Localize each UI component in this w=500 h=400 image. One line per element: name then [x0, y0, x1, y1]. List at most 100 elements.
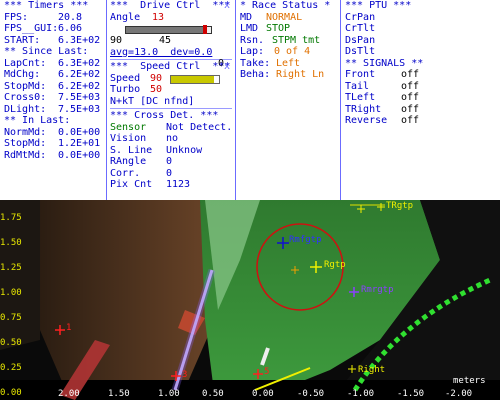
angle-slider[interactable]	[125, 25, 212, 34]
y-tick-label: 1.00	[0, 288, 22, 298]
close-icon[interactable]: x	[224, 0, 230, 12]
lapcnt-value: 6.3E+02	[58, 57, 101, 69]
in-last-title: ** In Last:	[4, 115, 71, 126]
rangle-value: 0	[166, 156, 173, 167]
ptu-title: *** PTU ***	[345, 0, 412, 11]
wall-left	[40, 200, 215, 400]
beha-label: Beha:	[240, 69, 271, 80]
stopmd2-label: StopMd:	[4, 138, 47, 149]
sensor-value: Not Detect.	[166, 121, 233, 133]
signal-front-value: off	[401, 69, 420, 80]
signal-reverse-value: off	[401, 115, 420, 126]
dlight-value: 7.5E+03	[58, 103, 101, 115]
x-tick-label: 1.00	[158, 389, 180, 399]
normmd-label: NormMd:	[4, 126, 47, 138]
x-tick-label: 0.50	[202, 389, 224, 399]
pixcnt-value: 1123	[166, 179, 191, 190]
y-tick-label: 1.75	[0, 213, 22, 223]
start-value: 6.3E+02	[58, 34, 101, 46]
x-tick-label: 1.50	[108, 389, 130, 399]
speed-label: Speed	[110, 72, 141, 84]
fps-gui-label: FPS__GUI:	[4, 23, 59, 34]
divider	[340, 0, 341, 200]
x-tick-label: 2.00	[58, 389, 80, 399]
camera-view[interactable]: Rmfgtp Rgtp TRgtp Rmrgtp Right 1 3 5	[0, 200, 500, 400]
marker-1-label: 1	[66, 323, 72, 333]
ptu-item-dspan[interactable]: DsPan	[345, 35, 495, 47]
signal-tleft-value: off	[401, 92, 420, 103]
corr-label: Corr.	[110, 167, 141, 179]
dlight-label: DLight:	[4, 103, 47, 115]
ptu-item-dstlt[interactable]: DsTlt	[345, 46, 495, 58]
rdmtmd-label: RdMtMd:	[4, 149, 47, 161]
turbo-value: 50	[150, 84, 163, 95]
fps-gui-value: 6.06	[58, 23, 83, 34]
lap-value: 0 of 4	[274, 46, 311, 57]
sline-label: S. Line	[110, 144, 153, 156]
drive-ctrl-title: *** Drive Ctrl ***	[110, 0, 231, 11]
beha-value: Right Ln	[276, 69, 325, 80]
lapcnt-label: LapCnt:	[4, 57, 47, 69]
x-tick-label: 0.00	[252, 389, 274, 399]
rsn-label: Rsn.	[240, 34, 265, 46]
close-icon[interactable]: x	[224, 61, 230, 73]
signal-front-label: Front	[345, 69, 376, 80]
speed-bar	[170, 74, 220, 84]
rgtp-label: Rgtp	[324, 260, 346, 270]
lmd-label: LMD	[240, 23, 259, 34]
speed-ctrl-title: *** Speed Ctrl ***	[110, 61, 231, 72]
stopmd2-value: 1.2E+01	[58, 138, 101, 149]
angle-slider-knob[interactable]	[203, 25, 208, 34]
start-label: START:	[4, 34, 41, 46]
trgtp-label: TRgtp	[386, 201, 414, 211]
divider	[110, 108, 232, 109]
y-tick-label: 0.25	[0, 363, 22, 373]
race-status-column: * Race Status * MD NORMAL LMD STOP Rsn. STP…	[240, 0, 338, 200]
y-tick-label: 0.50	[0, 338, 22, 348]
signal-tleft-label: TLeft	[345, 92, 376, 103]
rangle-label: RAngle	[110, 156, 147, 167]
sline-value: Unknow	[166, 144, 203, 156]
rmrgtp-label: Rmrgtp	[361, 285, 394, 295]
scene-graphic	[0, 200, 500, 400]
ptu-item-crtlt[interactable]: CrTlt	[345, 23, 495, 35]
cross-det-title: *** Cross Det. ***	[110, 110, 219, 121]
timers-title: *** Timers ***	[4, 0, 89, 11]
pixcnt-label: Pix Cnt	[110, 179, 153, 190]
signal-reverse-label: Reverse	[345, 115, 388, 126]
y-tick-label: 0.00	[0, 388, 22, 398]
normmd-value: 0.0E+00	[58, 126, 101, 138]
y-tick-label: 1.50	[0, 238, 22, 248]
nkt-status: N+kT [DC nfnd]	[110, 95, 195, 107]
mdchg-value: 6.2E+02	[58, 69, 101, 80]
ptu-item-crpan[interactable]: CrPan	[345, 12, 495, 24]
x-tick-label: -2.00	[445, 389, 473, 399]
rmfgtp-label: Rmfgtp	[289, 235, 322, 245]
lmd-value: STOP	[266, 23, 291, 34]
take-label: Take:	[240, 57, 271, 69]
cross0-value: 7.5E+03	[58, 92, 101, 103]
signal-tail-label: Tail	[345, 80, 370, 92]
angle-slider-fill	[126, 27, 206, 33]
lap-label: Lap:	[240, 46, 265, 57]
mdchg-label: MdChg:	[4, 69, 41, 80]
status-panel: *** Timers *** FPS: 20.8 FPS__GUI: 6.06 ST…	[0, 0, 500, 200]
x-tick-label: -1.00	[347, 389, 375, 399]
since-last-title: ** Since Last:	[4, 46, 89, 57]
signal-tright-label: TRight	[345, 103, 382, 115]
signal-tright-value: off	[401, 103, 420, 115]
rdmtmd-value: 0.0E+00	[58, 149, 101, 161]
rsn-value: STPM tmt	[272, 34, 321, 46]
cross0-label: Cross0:	[4, 92, 47, 103]
y-tick-label: 0.75	[0, 313, 22, 323]
slider-value: 45	[158, 35, 172, 46]
angle-label: Angle	[110, 11, 141, 23]
timers-column: *** Timers *** FPS: 20.8 FPS__GUI: 6.06 ST…	[4, 0, 104, 200]
divider	[235, 0, 236, 200]
axis-units-label: meters	[453, 376, 486, 386]
vision-label: Vision	[110, 133, 147, 144]
fps-label: FPS:	[4, 11, 29, 23]
ptu-column: *** PTU *** CrPan CrTlt DsPan DsTlt ** S…	[345, 0, 495, 200]
md-label: MD	[240, 11, 253, 23]
vision-value: no	[166, 133, 179, 144]
